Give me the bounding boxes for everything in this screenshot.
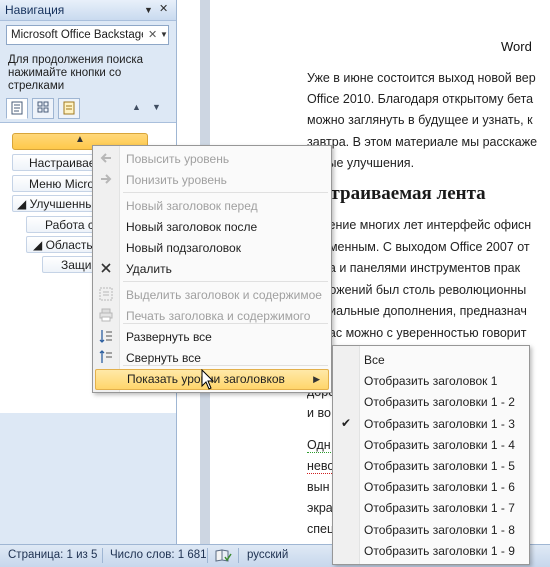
menu-item[interactable]: Развернуть все [93,327,331,348]
submenu-item-label: Отобразить заголовки 1 - 6 [364,480,515,495]
menu-separator [123,323,328,324]
menu-item-label: Свернуть все [126,351,201,365]
document-line: циальные дополнения, предназнач [322,304,527,319]
document-heading: страиваемая лента [322,183,486,204]
submenu-item-label: Отобразить заголовки 1 - 5 [364,459,515,473]
submenu-item-label: Отобразить заголовки 1 - 8 [364,522,515,537]
menu-item-label: Печать заголовка и содержимого [126,309,311,323]
search-input[interactable]: Microsoft Office Backstage ✕ ▼ [6,25,169,45]
mouse-cursor-icon [201,369,215,390]
submenu-item[interactable]: Отобразить заголовок 1 [333,370,529,391]
navigation-pane-title-bar: Навигация ▼ ✕ [0,0,176,21]
promote-arrow-icon [98,151,114,167]
submenu-item[interactable]: Все [333,349,529,370]
tree-node-label: ◢ Улучшенные [17,197,101,211]
status-separator [207,548,208,563]
context-menu: Повысить уровень Понизить уровень Новый за… [92,145,332,393]
status-separator [102,548,103,563]
submenu-item[interactable]: Отобразить заголовки 1 - 2 [333,391,529,412]
menu-item: Понизить уровень [93,170,331,191]
tab-results[interactable] [58,98,80,119]
document-line: Office 2010. Благодаря открытому бета [307,92,534,107]
menu-item-label: Новый заголовок перед [126,199,258,213]
menu-separator [123,281,328,282]
menu-item: Выделить заголовок и содержимое [93,285,331,306]
tab-headings-icon [11,101,23,118]
document-line: можно заглянуть в будущее и узнать, к [307,113,533,128]
submenu-item[interactable]: Отобразить заголовки 1 - 8 [333,519,529,540]
status-separator [238,548,239,563]
document-line: завтра. В этом материале мы расскаже [307,134,538,149]
menu-item[interactable]: Новый заголовок после [93,217,331,238]
collapse-arrow-icon: ▲ [75,134,85,145]
pane-options-chevron-down-icon[interactable]: ▼ [144,5,153,15]
menu-item: Повысить уровень [93,149,331,170]
menu-item-label: Новый подзаголовок [126,241,241,255]
document-line: нево [307,459,335,474]
document-line: спец [307,522,335,536]
submenu-item[interactable]: Отобразить заголовки 1 - 6 [333,476,529,497]
tab-pages-icon [37,101,50,117]
select-content-icon [98,287,114,303]
previous-result-icon[interactable]: ▲ [132,102,141,112]
menu-item: Новый заголовок перед [93,196,331,217]
search-hint: Для продолжения поиска нажимайте кнопки … [8,54,144,92]
submenu-arrow-icon: ▶ [313,374,320,384]
submenu-item-label: Отобразить заголовки 1 - 3 [364,416,515,431]
menu-item-label: Удалить [126,262,172,276]
tab-headings[interactable] [6,98,28,119]
delete-x-icon [98,261,114,277]
document-line: вын [307,480,330,494]
tab-results-icon [63,101,75,118]
print-icon [98,308,114,324]
tab-pages[interactable] [32,98,54,119]
status-language[interactable]: русский [247,549,288,561]
search-input-value: Microsoft Office Backstage [11,29,143,41]
navigation-pane-title: Навигация [5,3,65,17]
collapse-all-icon [98,350,114,366]
submenu-item-label: Отобразить заголовки 1 - 7 [364,501,515,516]
submenu-item-label: Отобразить заголовки 1 - 2 [364,395,515,410]
submenu-item[interactable]: Отобразить заголовки 1 - 5 [333,455,529,476]
document-line: аменным. С выходом Office 2007 от [322,239,530,254]
menu-separator [123,365,328,366]
status-word-count[interactable]: Число слов: 1 681 [110,549,207,561]
menu-item-label: Развернуть все [126,330,212,344]
status-page[interactable]: Страница: 1 из 5 [8,549,97,561]
submenu-item-label: Все [364,353,385,367]
menu-separator [123,192,328,193]
menu-item-label: Выделить заголовок и содержимое [126,288,322,302]
menu-item[interactable]: Новый подзаголовок [93,238,331,259]
submenu-item-label: Отобразить заголовки 1 - 4 [364,437,515,452]
proofing-book-icon[interactable] [214,548,232,566]
submenu-item[interactable]: Отобразить заголовки 1 - 9 [333,540,529,561]
clear-search-icon[interactable]: ✕ [148,28,157,41]
expand-all-icon [98,329,114,345]
checkmark-icon: ✔ [341,415,352,430]
submenu-item[interactable]: Отобразить заголовки 1 - 4 [333,434,529,455]
document-line: экра [307,501,333,515]
document-line: ложений был столь революционны [322,282,527,297]
submenu-item[interactable]: Отобразить заголовки 1 - 7 [333,497,529,518]
submenu-item-label: Отобразить заголовки 1 - 9 [364,543,515,558]
document-line: чение многих лет интерфейс офисн [322,218,532,232]
document-line: Уже в июне состоится выход новой вер [307,71,536,85]
submenu-item-label: Отобразить заголовок 1 [364,374,498,389]
menu-item[interactable]: Удалить [93,259,331,280]
menu-item-label: Повысить уровень [126,152,230,166]
document-title: Word [501,39,532,54]
menu-item-label: Понизить уровень [126,173,227,187]
demote-arrow-icon [98,172,114,188]
search-options-chevron-down-icon[interactable]: ▼ [160,30,168,39]
submenu-item[interactable]: ✔ Отобразить заголовки 1 - 3 [333,413,529,434]
document-line: и во [307,406,331,420]
close-icon[interactable]: ✕ [159,2,168,15]
heading-levels-submenu: Все Отобразить заголовок 1 Отобразить заго… [332,345,530,565]
next-result-icon[interactable]: ▼ [152,102,161,112]
document-line: нас можно с уверенностью говорит [322,326,527,340]
document-line: на и панелями инструментов прак [322,261,521,276]
document-line: Одн [307,438,331,453]
menu-item-label: Новый заголовок после [126,220,258,234]
